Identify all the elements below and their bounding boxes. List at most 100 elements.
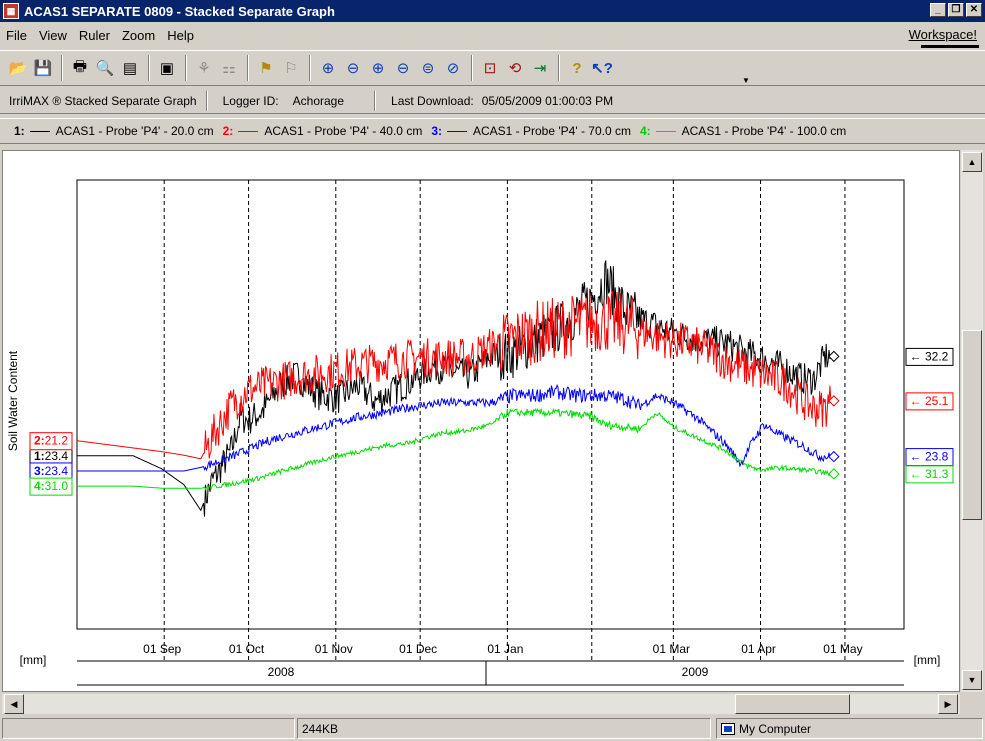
save-icon[interactable]: 💾 — [31, 56, 55, 80]
print-preview-icon[interactable]: 🔍 — [93, 56, 117, 80]
y-axis-label: Soil Water Content — [6, 350, 20, 451]
close-button[interactable]: ✕ — [966, 3, 982, 17]
vertical-scroll-thumb[interactable] — [962, 330, 982, 520]
scroll-down-button[interactable]: ▼ — [962, 670, 982, 690]
unit-label-left: [mm] — [20, 653, 47, 667]
toolbar-separator — [471, 55, 473, 81]
horizontal-scrollbar[interactable]: ◀ ▶ — [2, 694, 960, 714]
start-value-label: 2:21.2 — [34, 434, 68, 448]
zoom-in-x-icon[interactable]: ⊕ — [316, 56, 340, 80]
title-bar: ▦ ACAS1 SEPARATE 0809 - Stacked Separate… — [0, 0, 985, 22]
horizontal-scroll-thumb[interactable] — [735, 694, 850, 714]
export-icon[interactable]: ▣ — [155, 56, 179, 80]
legend-swatch — [29, 130, 50, 132]
end-value-label: ← 25.1 — [910, 394, 949, 408]
graph-type-cell: IrriMAX ® Stacked Separate Graph — [0, 90, 207, 111]
stacked-line-chart[interactable]: 01 Sep 01 Oct 01 Nov 01 Dec 01 Jan 01 Mar 01 A… — [3, 151, 961, 693]
location-text: My Computer — [739, 721, 812, 736]
memory-usage: 244KB — [302, 721, 339, 736]
year-label-2009: 2009 — [682, 665, 709, 679]
menu-view[interactable]: View — [33, 28, 73, 43]
x-tick-label: 01 Apr — [741, 642, 776, 656]
zoom-in-y-icon[interactable]: ⊕ — [366, 56, 390, 80]
unit-label-right: [mm] — [914, 653, 941, 667]
irrimax-app-icon[interactable]: ▦ — [3, 3, 19, 19]
legend-num: 4: — [639, 124, 651, 138]
plot-frame — [76, 179, 905, 630]
menu-zoom[interactable]: Zoom — [116, 28, 161, 43]
start-value-label: 4:31.0 — [34, 479, 68, 493]
print-icon[interactable]: 🖶 — [68, 56, 92, 80]
scroll-left-button[interactable]: ◀ — [4, 694, 24, 714]
menu-ruler[interactable]: Ruler — [73, 28, 116, 43]
graph-canvas[interactable]: 01 Sep 01 Oct 01 Nov 01 Dec 01 Jan 01 Mar 01 A… — [2, 150, 960, 692]
zoom-fit-icon[interactable]: ⊜ — [416, 56, 440, 80]
tree-icon[interactable]: ⚘ — [192, 56, 216, 80]
vertical-scrollbar[interactable]: ▲ ▼ — [961, 150, 983, 692]
my-computer-icon — [721, 722, 735, 735]
toolbar-overflow-icon[interactable]: ▼ — [742, 76, 750, 85]
legend-swatch — [655, 130, 676, 132]
menu-help[interactable]: Help — [161, 28, 200, 43]
x-tick-label: 01 Sep — [143, 642, 181, 656]
end-value-label: ← 23.8 — [910, 450, 949, 464]
legend-item-4[interactable]: 4: ACAS1 - Probe 'P4' - 100.0 cm — [640, 124, 846, 138]
legend-swatch — [238, 130, 259, 132]
workspace-indicator — [921, 45, 979, 48]
zoom-out-y-icon[interactable]: ⊖ — [391, 56, 415, 80]
legend-item-1[interactable]: 1: ACAS1 - Probe 'P4' - 20.0 cm — [14, 124, 214, 138]
legend-item-3[interactable]: 3: ACAS1 - Probe 'P4' - 70.0 cm — [431, 124, 631, 138]
legend-num: 3: — [431, 124, 442, 138]
open-folder-icon[interactable]: 📂 — [6, 56, 30, 80]
workspace-menu[interactable]: Workspace! — [909, 27, 977, 42]
minimize-button[interactable]: _ — [930, 3, 946, 17]
tag-icon[interactable]: ⚑ — [254, 56, 278, 80]
download-value: 05/05/2009 01:00:03 PM — [481, 93, 614, 108]
x-tick-label: 01 Nov — [315, 642, 353, 656]
logger-value: Achorage — [292, 93, 345, 108]
year-label-2008: 2008 — [268, 665, 295, 679]
toolbar-separator — [185, 55, 187, 81]
x-tick-label: 01 Mar — [653, 642, 690, 656]
menu-file[interactable]: File — [0, 28, 33, 43]
maximize-button[interactable]: ❐ — [948, 3, 964, 17]
toolbar-separator — [61, 55, 63, 81]
tag-disabled-icon[interactable]: ⚐ — [279, 56, 303, 80]
toolbar-separator — [558, 55, 560, 81]
download-label: Last Download: — [391, 93, 474, 108]
x-tick-label: 01 May — [823, 642, 862, 656]
page-setup-icon[interactable]: ▤ — [118, 56, 142, 80]
app-window: ▦ ACAS1 SEPARATE 0809 - Stacked Separate… — [0, 0, 985, 741]
x-tick-label: 01 Jan — [487, 642, 523, 656]
x-tick-label: 01 Dec — [399, 642, 437, 656]
legend-bar: 1: ACAS1 - Probe 'P4' - 20.0 cm 2: ACAS1… — [0, 118, 985, 144]
legend-item-2[interactable]: 2: ACAS1 - Probe 'P4' - 40.0 cm — [223, 124, 423, 138]
scroll-up-button[interactable]: ▲ — [962, 152, 982, 172]
legend-label: ACAS1 - Probe 'P4' - 70.0 cm — [472, 124, 631, 138]
menu-bar: File View Ruler Zoom Help Workspace! — [0, 24, 985, 48]
help-icon[interactable]: ? — [565, 56, 589, 80]
end-value-label: ← 32.2 — [910, 349, 949, 363]
x-tick-label: 01 Oct — [229, 642, 265, 656]
start-value-label: 3:23.4 — [34, 464, 68, 478]
legend-num: 2: — [222, 124, 234, 138]
ruler-icon[interactable]: ⟲ — [503, 56, 527, 80]
properties-icon[interactable]: ⚏ — [217, 56, 241, 80]
zoom-out-x-icon[interactable]: ⊖ — [341, 56, 365, 80]
toolbar-separator — [247, 55, 249, 81]
zoom-window-icon[interactable]: ⊡ — [478, 56, 502, 80]
context-help-icon[interactable]: ↖? — [590, 56, 614, 80]
start-value-label: 1:23.4 — [34, 449, 68, 463]
legend-swatch — [446, 130, 467, 132]
legend-label: ACAS1 - Probe 'P4' - 40.0 cm — [264, 124, 423, 138]
info-bar: IrriMAX ® Stacked Separate Graph Logger … — [0, 88, 985, 114]
status-bar: 244KB My Computer — [0, 716, 985, 741]
zoom-reset-icon[interactable]: ⊘ — [441, 56, 465, 80]
graph-type: IrriMAX ® Stacked Separate Graph — [9, 93, 197, 108]
legend-num: 1: — [14, 124, 25, 138]
go-to-end-icon[interactable]: ⇥ — [528, 56, 552, 80]
toolbar-separator — [148, 55, 150, 81]
status-pane-location: My Computer — [716, 718, 983, 739]
scroll-right-button[interactable]: ▶ — [938, 694, 958, 714]
window-title: ACAS1 SEPARATE 0809 - Stacked Separate G… — [24, 3, 335, 19]
